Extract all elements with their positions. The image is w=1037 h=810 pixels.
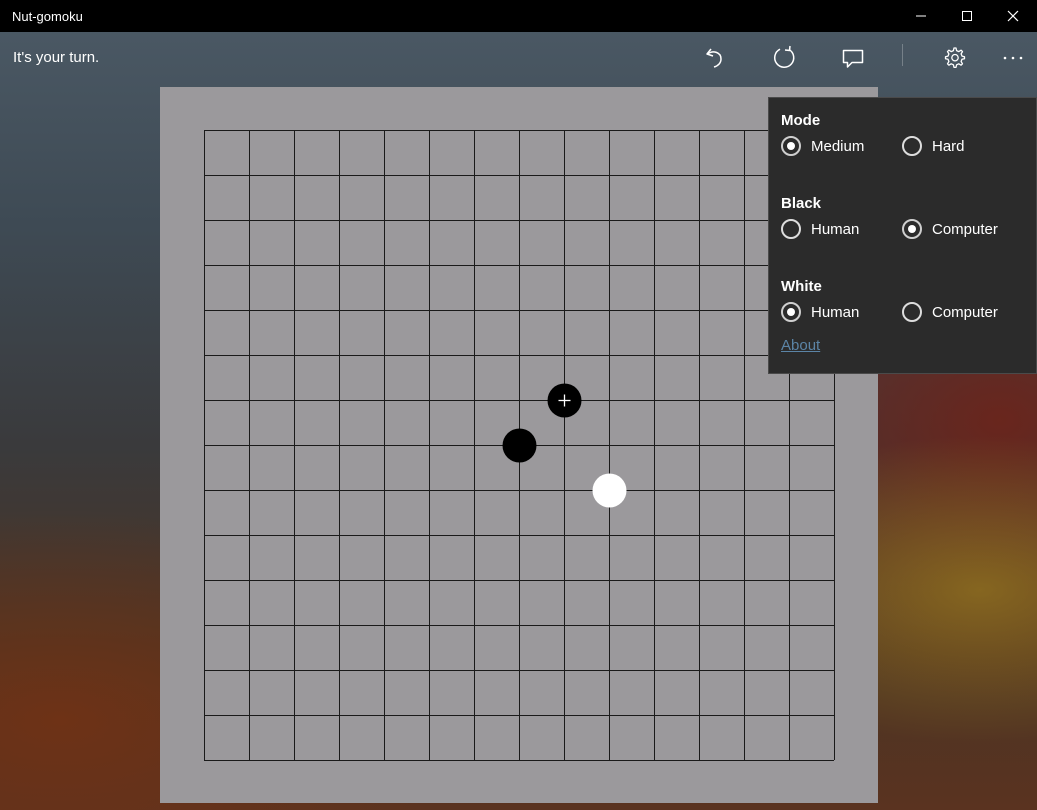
chat-icon (842, 49, 864, 68)
radio-label: Human (811, 220, 860, 238)
white-stone (592, 473, 627, 508)
undo-button[interactable] (695, 40, 735, 76)
undo-icon (706, 48, 722, 68)
restart-icon (773, 45, 795, 68)
mode-hard-radio[interactable]: Hard (902, 136, 965, 156)
window-title: Nut-gomoku (12, 9, 83, 24)
mode-label: Mode (781, 112, 821, 129)
app-bar: It's your turn. (0, 32, 1037, 84)
black-human-radio[interactable]: Human (781, 219, 859, 239)
radio-circle (902, 136, 922, 156)
maximize-button[interactable] (944, 0, 990, 32)
radio-circle (781, 302, 801, 322)
black-label: Black (781, 195, 822, 212)
maximize-icon (962, 11, 972, 21)
chat-button[interactable] (833, 40, 873, 76)
more-icon (1003, 56, 1023, 60)
radio-label: Human (811, 303, 860, 321)
turn-status: It's your turn. (13, 49, 100, 66)
radio-label: Computer (932, 303, 998, 321)
restart-button[interactable] (764, 40, 804, 76)
radio-circle (781, 136, 801, 156)
black-stone (502, 428, 537, 463)
radio-circle (902, 219, 922, 239)
settings-flyout: Mode Medium Hard Black Human Computer Wh… (768, 97, 1037, 374)
radio-label: Medium (811, 137, 865, 155)
about-link[interactable]: About (781, 337, 820, 354)
mode-medium-radio[interactable]: Medium (781, 136, 864, 156)
more-button[interactable] (993, 40, 1033, 76)
settings-icon (944, 47, 966, 69)
white-human-radio[interactable]: Human (781, 302, 859, 322)
title-bar: Nut-gomoku (0, 0, 1037, 32)
black-computer-radio[interactable]: Computer (902, 219, 998, 239)
toolbar-separator (902, 44, 903, 66)
close-button[interactable] (990, 0, 1036, 32)
radio-circle (781, 219, 801, 239)
minimize-icon (916, 15, 926, 17)
settings-button[interactable] (934, 40, 974, 76)
radio-circle (902, 302, 922, 322)
radio-label: Computer (932, 220, 998, 238)
white-label: White (781, 278, 822, 295)
white-computer-radio[interactable]: Computer (902, 302, 998, 322)
radio-label: Hard (932, 137, 965, 155)
close-icon (1007, 10, 1019, 22)
minimize-button[interactable] (898, 0, 944, 32)
